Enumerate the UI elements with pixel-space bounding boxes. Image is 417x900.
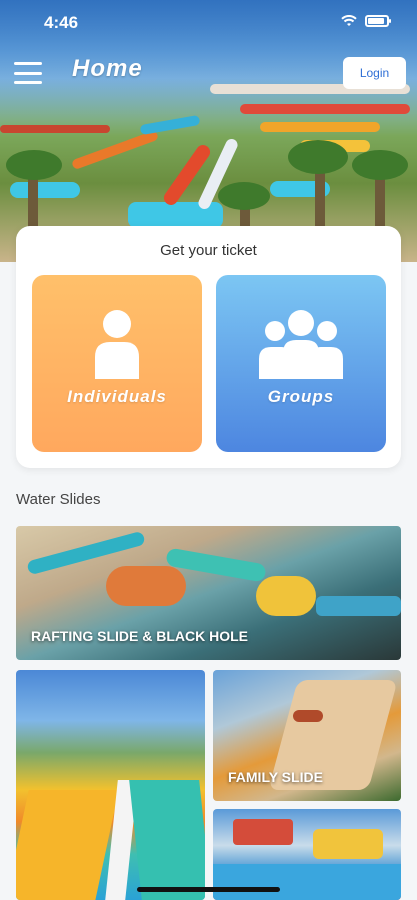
individuals-button[interactable]: Individuals [32,275,202,452]
hero-palm [218,182,270,210]
group-icon [259,310,343,379]
ticket-heading: Get your ticket [160,242,257,259]
hero-slide [0,125,110,133]
menu-line [14,62,42,65]
card-scenery [313,829,383,859]
hero-slide [260,122,380,132]
slide-card-rafting[interactable]: RAFTING SLIDE & BLACK HOLE [16,526,401,660]
hero-palm [315,165,325,227]
card-scenery [106,566,186,606]
card-scenery [233,819,293,845]
hero-palm [288,140,348,174]
hero-slide [240,104,410,114]
groups-label: Groups [267,387,335,406]
card-scenery [213,864,401,900]
card-scenery [256,576,316,616]
home-indicator[interactable] [137,887,280,892]
wifi-icon [341,15,357,26]
menu-line [14,81,42,84]
slide-card-rainbow[interactable] [16,670,205,900]
login-button[interactable]: Login [343,57,406,89]
status-time: 4:46 [44,13,79,32]
hero-palm [6,150,62,180]
individuals-label: Individuals [67,387,167,406]
card-scenery [129,780,205,900]
hero-slide [71,129,159,171]
ticket-card: Get your ticket Individuals Groups [16,226,401,468]
hamburger-menu-icon[interactable] [14,62,42,84]
section-title: Water Slides [16,491,101,508]
slide-card-label: RAFTING SLIDE & BLACK HOLE [31,628,248,644]
card-scenery [316,596,401,616]
slide-card-family[interactable]: FAMILY SLIDE [213,670,401,801]
battery-icon [365,15,391,27]
card-scenery [16,790,119,900]
page-title: Home [72,55,143,82]
hero-palm [352,150,408,180]
person-icon [95,310,139,379]
menu-line [14,71,42,75]
slide-card-label: FAMILY SLIDE [228,769,323,785]
status-icons [341,15,391,27]
groups-button[interactable]: Groups [216,275,386,452]
hero-pool [10,182,80,198]
status-bar: 4:46 [0,0,417,46]
card-scenery [293,710,323,722]
